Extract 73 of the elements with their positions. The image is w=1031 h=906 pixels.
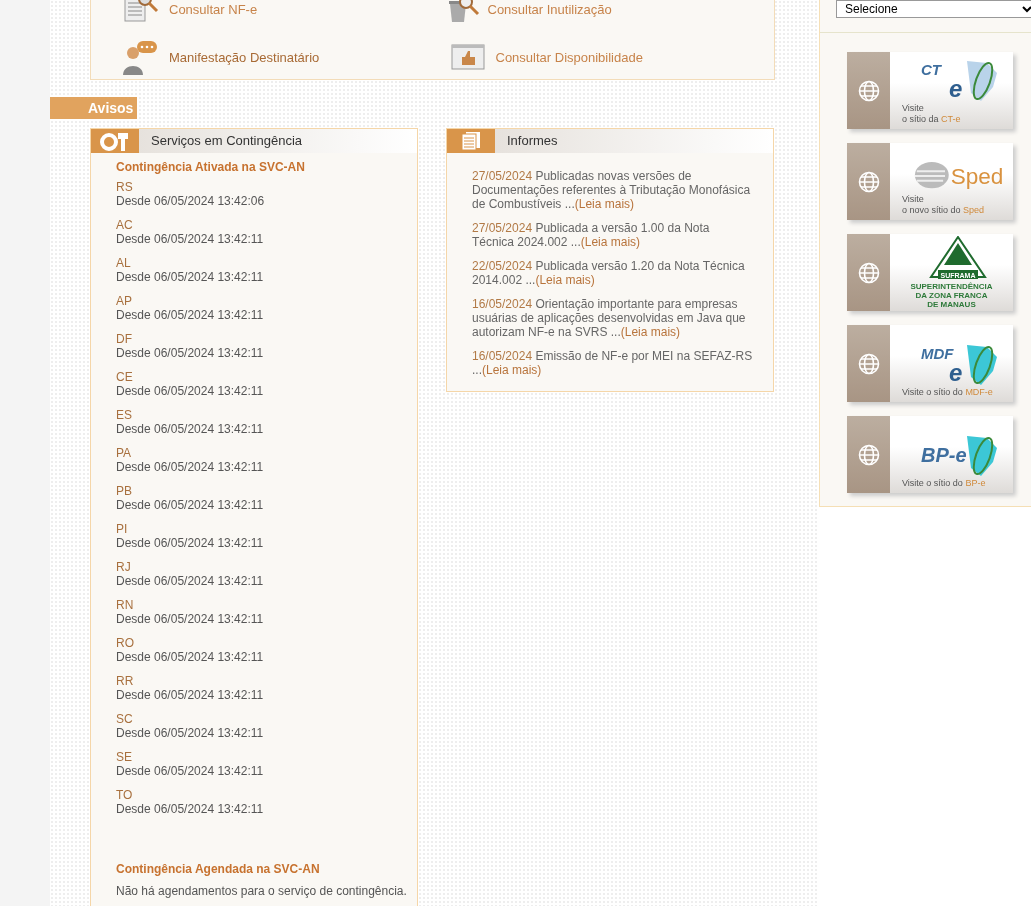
state-code: DF <box>116 332 133 346</box>
state-code: SE <box>116 750 133 764</box>
timestamp-text: Desde 06/05/2024 13:42:11 <box>116 346 265 360</box>
timestamp-text: Desde 06/05/2024 13:42:06 <box>116 194 266 208</box>
news-item: 16/05/2024 Orientação importante para empresas usuárias de aplicações desenvolvidas em Java que autorizam NF-e na SVRS ...(Leia mais) <box>472 297 747 339</box>
timestamp-text: Desde 06/05/2024 13:42:11 <box>116 650 265 664</box>
timestamp-text: Desde 06/05/2024 13:42:11 <box>116 612 265 626</box>
globe-icon <box>857 261 880 284</box>
timestamp-text: Desde 06/05/2024 13:42:11 <box>116 308 265 322</box>
quick-link[interactable]: Consultar NF-e <box>121 0 448 30</box>
timestamp-text: Desde 06/05/2024 13:42:11 <box>116 384 265 398</box>
info-text: Não há agendamentos para o serviço de contingência. <box>116 883 408 900</box>
globe-icon <box>857 79 880 102</box>
read-more-link[interactable]: (Leia mais) <box>535 273 595 287</box>
timestamp-text: Desde 06/05/2024 13:42:11 <box>116 688 265 702</box>
caption-text: o sítio da CT-e <box>902 114 961 125</box>
state-code: RN <box>116 598 135 612</box>
section-heading: Contingência Ativada na SVC-AN <box>116 159 306 176</box>
read-more-link[interactable]: (Leia mais) <box>482 363 542 377</box>
state-code: ES <box>116 408 133 422</box>
caption-text: Visite <box>902 103 924 114</box>
timestamp-text: Desde 06/05/2024 13:42:11 <box>116 574 265 588</box>
globe-icon <box>857 170 880 193</box>
state-code: PI <box>116 522 129 536</box>
state-code: AC <box>116 218 134 232</box>
timestamp-text: Desde 06/05/2024 13:42:11 <box>116 536 265 550</box>
news-item: 16/05/2024 Emissão de NF-e por MEI na SEFAZ-RS ...(Leia mais) <box>472 349 753 377</box>
globe-icon <box>857 352 880 375</box>
timestamp-text: Desde 06/05/2024 13:42:11 <box>116 422 265 436</box>
state-code: AP <box>116 294 133 308</box>
map-logo: CT e <box>919 57 999 103</box>
state-code: PB <box>116 484 133 498</box>
timestamp-text: Desde 06/05/2024 13:42:11 <box>116 802 265 816</box>
state-code: SC <box>116 712 134 726</box>
caption-text: DA ZONA FRANCA <box>914 291 989 300</box>
globe-icon <box>857 443 880 466</box>
sped-logo: Sped <box>913 158 1009 194</box>
map-logo: MDF e <box>919 341 999 387</box>
timestamp-text: Desde 06/05/2024 13:42:11 <box>116 764 265 778</box>
news-item: 27/05/2024 Publicadas novas versões de Documentações referentes à Tributação Monofásica de Combustíveis ...(Leia mais) <box>472 169 752 211</box>
quick-link[interactable]: Manifestação Destinatário <box>121 38 448 78</box>
caption-text: SUPERINTENDÊNCIA <box>909 282 994 291</box>
caption-text: o novo sítio do Sped <box>902 205 985 216</box>
state-code: CE <box>116 370 134 384</box>
news-item: 27/05/2024 Publicada a versão 1.00 da Nota Técnica 2024.002 ...(Leia mais) <box>472 221 711 249</box>
timestamp-text: Desde 06/05/2024 13:42:11 <box>116 232 265 246</box>
state-code: RS <box>116 180 134 194</box>
select-field[interactable]: Selecione <box>836 0 1031 18</box>
timestamp-text: Desde 06/05/2024 13:42:11 <box>116 270 265 284</box>
caption-text: Visite o sítio do MDF-e <box>902 387 993 398</box>
timestamp-text: Desde 06/05/2024 13:42:11 <box>116 498 265 512</box>
state-code: AL <box>116 256 132 270</box>
news-item: 22/05/2024 Publicada versão 1.20 da Nota Técnica 2014.002 ...(Leia mais) <box>472 259 746 287</box>
timestamp-text: Desde 06/05/2024 13:42:11 <box>116 726 265 740</box>
state-code: RR <box>116 674 135 688</box>
caption-text: DE MANAUS <box>926 300 977 309</box>
panel-title: Serviços em Contingência <box>150 132 303 150</box>
quick-link[interactable]: Consultar Inutilização <box>447 0 774 30</box>
read-more-link[interactable]: (Leia mais) <box>620 325 681 339</box>
section-heading: Contingência Agendada na SVC-AN <box>116 861 321 878</box>
state-code: TO <box>116 788 134 802</box>
timestamp-text: Desde 06/05/2024 13:42:11 <box>116 460 265 474</box>
state-code: RJ <box>116 560 132 574</box>
state-code: RO <box>116 636 135 650</box>
read-more-link[interactable]: (Leia mais) <box>580 235 641 249</box>
state-code: PA <box>116 446 133 460</box>
panel-title: Informes <box>506 132 558 150</box>
read-more-link[interactable]: (Leia mais) <box>574 197 635 211</box>
caption-text: Visite o sítio do BP-e <box>902 478 986 489</box>
section-title: Avisos <box>50 97 138 119</box>
quick-link[interactable]: Consultar Disponibilidade <box>447 38 774 78</box>
map-logo: BP-e <box>919 432 999 478</box>
caption-text: Visite <box>902 194 924 205</box>
